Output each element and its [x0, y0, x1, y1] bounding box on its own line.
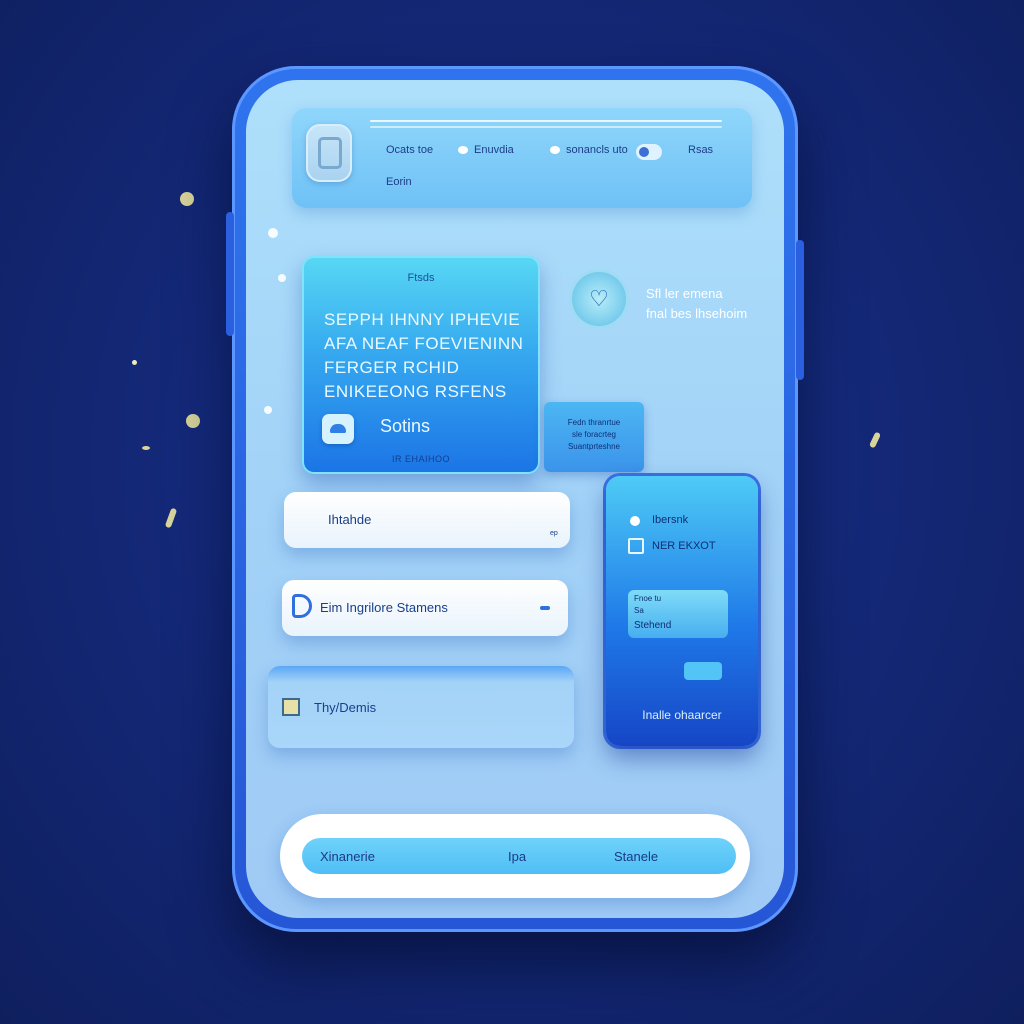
user-icon	[630, 516, 640, 526]
nav-item-label: Rsas	[688, 144, 714, 156]
mini-card-line: sle foracrteg	[571, 430, 617, 439]
tab-2[interactable]: Ipa	[508, 849, 526, 864]
nav-item-1[interactable]: Ocats toe	[386, 144, 433, 156]
badge-line: Sfl ler emena	[646, 286, 723, 301]
confetti-dot	[186, 414, 200, 428]
decor-dot	[268, 228, 278, 238]
decor-dot	[264, 406, 272, 414]
document-icon	[628, 538, 644, 554]
list-item[interactable]: Ihtahde ep	[284, 492, 570, 548]
panel-line: Sa	[634, 606, 644, 615]
side-card-subtitle: NER EKXOT	[652, 540, 716, 552]
mini-card-line: Suantprteshne	[567, 442, 621, 451]
chevron-down-icon[interactable]	[540, 606, 550, 610]
confetti-dot	[180, 192, 194, 206]
side-card-footer: Inalle ohaarcer	[642, 708, 722, 722]
tab-track: Xinanerie Ipa Stanele	[302, 838, 736, 874]
nav-item-2[interactable]: Enuvdia	[458, 144, 514, 156]
volume-button	[226, 212, 234, 336]
hero-title: Ftsds	[407, 272, 435, 284]
list-item[interactable]: Eim Ingrilore Stamens	[282, 580, 568, 636]
bottom-tab-bar: Xinanerie Ipa Stanele	[280, 814, 750, 898]
hero-text-line: AFA NEAF FOEVIENINN	[324, 334, 524, 353]
list-item[interactable]: Thy/Demis	[268, 666, 574, 748]
header-divider	[370, 126, 722, 128]
app-logo-icon[interactable]	[306, 124, 352, 182]
d-icon	[292, 594, 312, 618]
list-item-label: Ihtahde	[328, 512, 372, 527]
cloud-icon[interactable]	[322, 414, 354, 444]
side-card-panel[interactable]: Fnoe tu Sa Stehend	[628, 590, 728, 638]
mini-card-line: Fedn thranrtue	[567, 418, 621, 427]
list-item-note: ep	[550, 530, 558, 537]
nav-item-label: Enuvdia	[474, 144, 514, 156]
nav-item-4[interactable]: Rsas	[688, 144, 713, 156]
confetti-dot	[142, 446, 150, 450]
nav-item-label: sonancls uto	[566, 144, 628, 156]
heart-icon[interactable]: ♡	[572, 272, 626, 326]
list-item-label: Eim Ingrilore Stamens	[320, 600, 448, 615]
list-item-label: Thy/Demis	[314, 700, 377, 715]
side-card-button[interactable]	[684, 662, 722, 680]
header-divider	[370, 120, 722, 122]
side-card-title: Ibersnk	[652, 514, 689, 526]
cloud-icon	[458, 146, 468, 154]
toggle-switch[interactable]	[636, 144, 662, 160]
confetti-dot	[164, 507, 178, 529]
nav-item-label: Ocats toe	[386, 144, 434, 156]
nav-item-3[interactable]: sonancls uto	[550, 144, 628, 156]
info-mini-card[interactable]: Fedn thranrtue sle foracrteg Suantprtesh…	[544, 402, 644, 472]
hero-text-line: ENIKEEONG RSFENS	[324, 382, 507, 401]
confetti-dot	[132, 360, 137, 365]
badge-line: fnal bes lhsehoim	[646, 306, 748, 321]
phone-screen: Ocats toe Enuvdia sonancls uto Rsas Eori…	[246, 80, 784, 918]
panel-line: Stehend	[634, 620, 672, 631]
hero-button-label[interactable]: Sotins	[380, 416, 430, 437]
hero-text-line: SEPPH IHNNY IPHEVIE	[324, 310, 521, 329]
app-header: Ocats toe Enuvdia sonancls uto Rsas Eori…	[292, 108, 752, 208]
panel-line: Fnoe tu	[634, 594, 662, 603]
hero-text-line: FERGER RCHID	[324, 358, 460, 377]
hero-card[interactable]: Ftsds SEPPH IHNNY IPHEVIE AFA NEAF FOEVI…	[302, 256, 540, 474]
note-icon	[282, 698, 300, 716]
power-button	[796, 240, 804, 380]
tab-1[interactable]: Xinanerie	[320, 849, 375, 864]
cloud-icon	[550, 146, 560, 154]
decor-dot	[278, 274, 286, 282]
side-card[interactable]: Ibersnk NER EKXOT Fnoe tu Sa Stehend Ina…	[606, 476, 758, 746]
header-sub-label: Eorin	[386, 176, 412, 188]
hero-footer: IR EHAIHOO	[391, 454, 450, 464]
tab-3[interactable]: Stanele	[614, 849, 658, 864]
confetti-dot	[868, 431, 882, 449]
